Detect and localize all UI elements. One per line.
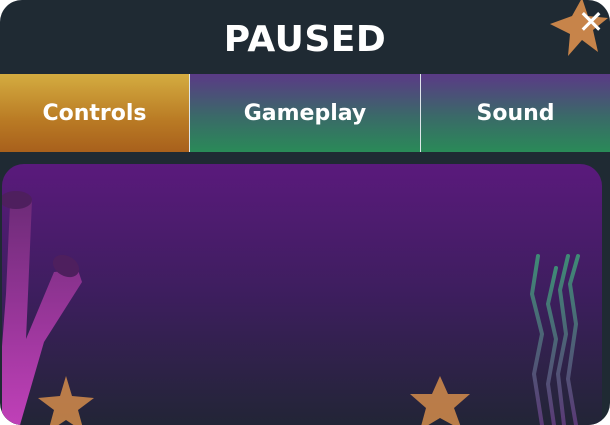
tab-sound-label: Sound: [476, 100, 555, 126]
starfish-icon: [38, 376, 94, 425]
tab-controls-label: Controls: [42, 100, 147, 126]
tab-gameplay[interactable]: Gameplay: [190, 74, 420, 152]
coral-icon: [2, 191, 82, 425]
dialog-title: PAUSED: [223, 19, 387, 60]
starfish-icon: [410, 376, 470, 425]
tab-content-panel: [2, 164, 602, 425]
x-icon[interactable]: ✕: [575, 4, 607, 40]
tab-sound[interactable]: Sound: [421, 74, 610, 152]
pause-dialog: PAUSED ✕ Controls Gameplay Sound: [0, 0, 610, 425]
seafloor-decorations: [2, 191, 580, 425]
tab-gameplay-label: Gameplay: [243, 100, 367, 126]
tab-bar: Controls Gameplay Sound: [0, 74, 610, 152]
tab-controls[interactable]: Controls: [0, 74, 189, 152]
seaweed-icon: [529, 254, 580, 425]
